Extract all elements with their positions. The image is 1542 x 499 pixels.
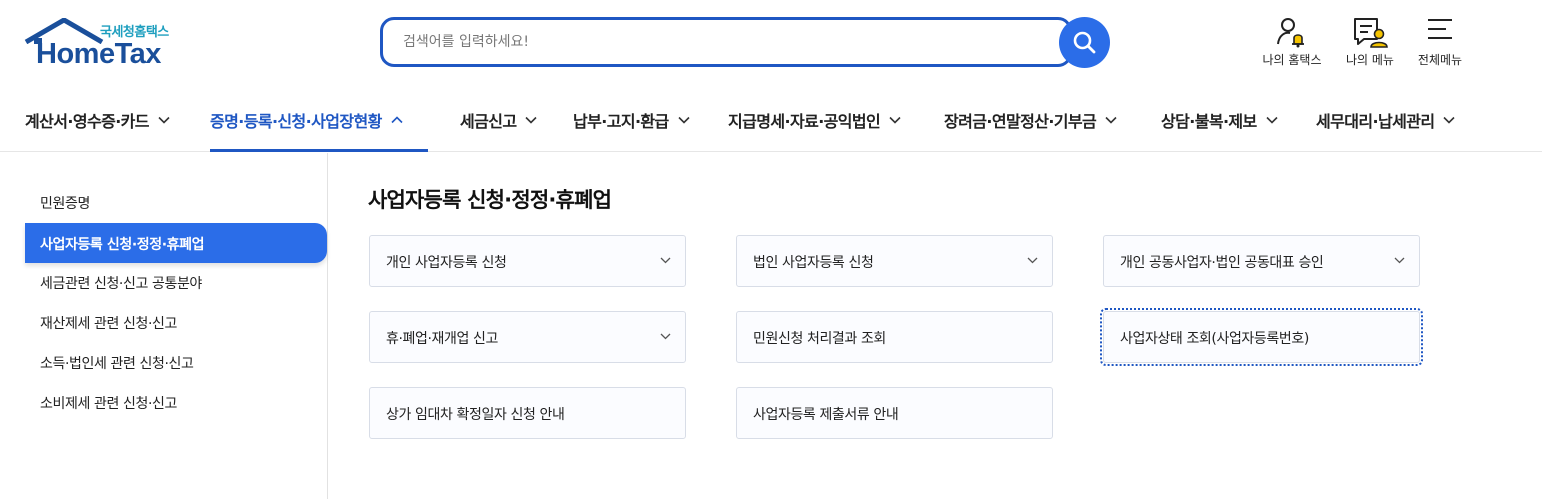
chevron-up-icon (391, 116, 403, 124)
side-item-label: 사업자등록 신청·정정·휴폐업 (40, 237, 205, 253)
gnb-item-invoice[interactable]: 계산서·영수증·카드 (25, 88, 170, 152)
hometax-logo[interactable]: 국세청홈택스 HomeTax (24, 18, 184, 70)
search-box (380, 17, 1072, 67)
card-label: 개인 공동사업자·법인 공동대표 승인 (1120, 255, 1324, 271)
global-nav: 계산서·영수증·카드 증명·등록·신청·사업장현황 세금신고 납부·고지·환급 … (0, 88, 1542, 152)
my-menu-label: 나의 메뉴 (1346, 53, 1394, 67)
gnb-item-label: 세무대리·납세관리 (1316, 112, 1435, 131)
chevron-down-icon (660, 257, 671, 264)
header: 국세청홈택스 HomeTax 나의 홈택스 나의 메뉴 (0, 0, 1542, 88)
hamburger-icon (1428, 19, 1452, 39)
side-item-common[interactable]: 세금관련 신청·신고 공통분야 (40, 273, 202, 293)
side-item-certificate[interactable]: 민원증명 (40, 193, 90, 213)
gnb-item-incentive[interactable]: 장려금·연말정산·기부금 (944, 88, 1117, 152)
chevron-down-icon (525, 116, 538, 124)
my-menu-button[interactable]: 나의 메뉴 (1330, 16, 1410, 72)
side-item-business-registration[interactable]: 사업자등록 신청·정정·휴폐업 (25, 223, 327, 263)
card-result-inquiry[interactable]: 민원신청 처리결과 조회 (736, 311, 1053, 363)
card-label: 사업자상태 조회(사업자등록번호) (1120, 331, 1309, 347)
card-individual-registration[interactable]: 개인 사업자등록 신청 (369, 235, 686, 287)
card-label: 상가 임대차 확정일자 신청 안내 (386, 407, 565, 423)
all-menu-button[interactable]: 전체메뉴 (1400, 16, 1480, 72)
gnb-item-label: 장려금·연말정산·기부금 (944, 112, 1097, 131)
my-hometax-label: 나의 홈택스 (1262, 53, 1322, 67)
search-input[interactable] (403, 31, 1043, 53)
all-menu-label: 전체메뉴 (1417, 53, 1463, 67)
gnb-active-underline (210, 149, 428, 152)
menu-person-icon (1354, 18, 1388, 48)
chevron-down-icon (1394, 257, 1405, 264)
card-corporate-registration[interactable]: 법인 사업자등록 신청 (736, 235, 1053, 287)
search-icon (1073, 31, 1096, 54)
page-title: 사업자등록 신청·정정·휴폐업 (368, 188, 612, 212)
chevron-down-icon (158, 116, 170, 124)
side-item-property-tax[interactable]: 재산제세 관련 신청·신고 (40, 313, 177, 333)
gnb-item-statement[interactable]: 지급명세·자료·공익법인 (728, 88, 901, 152)
card-closure-report[interactable]: 휴·폐업·재개업 신고 (369, 311, 686, 363)
user-bell-icon (1277, 18, 1304, 48)
chevron-down-icon (660, 333, 671, 340)
chevron-down-icon (678, 116, 690, 124)
chevron-down-icon (889, 116, 901, 124)
logo-big-text: HomeTax (36, 38, 161, 70)
card-status-inquiry[interactable]: 사업자상태 조회(사업자등록번호) (1100, 308, 1423, 366)
gnb-item-payment[interactable]: 납부·고지·환급 (573, 88, 690, 152)
card-label: 개인 사업자등록 신청 (386, 255, 507, 271)
gnb-item-label: 지급명세·자료·공익법인 (728, 112, 881, 131)
chevron-down-icon (1027, 257, 1038, 264)
card-documents-guide[interactable]: 사업자등록 제출서류 안내 (736, 387, 1053, 439)
gnb-item-tax-return[interactable]: 세금신고 (460, 88, 538, 152)
gnb-item-label: 상담·불복·제보 (1161, 112, 1257, 131)
gnb-item-label: 계산서·영수증·카드 (25, 112, 150, 131)
card-label: 휴·폐업·재개업 신고 (386, 331, 498, 347)
card-lease-date-guide[interactable]: 상가 임대차 확정일자 신청 안내 (369, 387, 686, 439)
chevron-down-icon (1105, 116, 1117, 124)
card-label: 민원신청 처리결과 조회 (753, 331, 886, 347)
my-hometax-button[interactable]: 나의 홈택스 (1252, 16, 1332, 72)
card-label: 사업자등록 제출서류 안내 (753, 407, 899, 423)
side-nav: 민원증명 사업자등록 신청·정정·휴폐업 세금관련 신청·신고 공통분야 재산제… (0, 153, 328, 499)
card-joint-approval[interactable]: 개인 공동사업자·법인 공동대표 승인 (1103, 235, 1420, 287)
gnb-item-certificate[interactable]: 증명·등록·신청·사업장현황 (210, 88, 403, 152)
side-item-income-tax[interactable]: 소득·법인세 관련 신청·신고 (40, 353, 194, 373)
gnb-item-label: 납부·고지·환급 (573, 112, 669, 131)
gnb-item-label: 세금신고 (460, 112, 517, 131)
chevron-down-icon (1266, 116, 1278, 124)
search-button[interactable] (1059, 17, 1110, 68)
gnb-item-label: 증명·등록·신청·사업장현황 (210, 112, 382, 131)
gnb-item-consult[interactable]: 상담·불복·제보 (1161, 88, 1278, 152)
gnb-item-agent[interactable]: 세무대리·납세관리 (1316, 88, 1456, 152)
card-label: 법인 사업자등록 신청 (753, 255, 874, 271)
chevron-down-icon (1443, 116, 1456, 124)
side-item-consumption-tax[interactable]: 소비제세 관련 신청·신고 (40, 393, 177, 413)
